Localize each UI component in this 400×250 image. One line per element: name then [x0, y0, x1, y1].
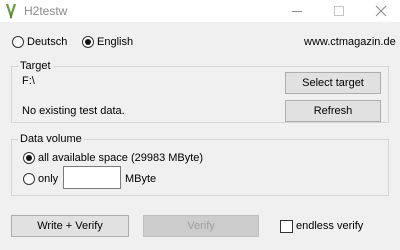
verify-button[interactable]: Verify	[143, 215, 259, 237]
maximize-icon	[334, 6, 344, 16]
maximize-button[interactable]	[322, 0, 356, 22]
title-bar: H2testw	[0, 0, 400, 22]
endless-verify-label: endless verify	[296, 220, 364, 232]
refresh-button[interactable]: Refresh	[285, 100, 381, 122]
target-path: F:\	[22, 75, 35, 87]
website-url: www.ctmagazin.de	[304, 36, 396, 48]
app-icon	[5, 3, 17, 19]
only-radio[interactable]	[23, 173, 35, 185]
language-label-english: English	[97, 36, 134, 48]
h2testw-window: H2testw Deutsch English www.ctmagazin.de…	[0, 0, 400, 250]
all-space-label: all available space (29983 MByte)	[38, 152, 204, 164]
endless-verify-checkbox[interactable]	[280, 220, 293, 233]
minimize-icon	[292, 11, 302, 12]
language-radio-english[interactable]	[82, 36, 94, 48]
only-label: only	[38, 173, 59, 185]
mbyte-unit-label: MByte	[125, 173, 157, 185]
close-button[interactable]	[364, 0, 398, 22]
language-label-deutsch: Deutsch	[27, 36, 68, 48]
target-status: No existing test data.	[22, 105, 125, 117]
target-group-title: Target	[18, 60, 53, 72]
close-icon	[375, 5, 387, 17]
select-target-button[interactable]: Select target	[285, 72, 381, 94]
minimize-button[interactable]	[280, 0, 314, 22]
write-verify-button[interactable]: Write + Verify	[11, 215, 129, 237]
mbyte-input[interactable]	[63, 166, 121, 189]
data-volume-group-title: Data volume	[18, 133, 84, 145]
all-space-radio[interactable]	[23, 152, 35, 164]
window-title: H2testw	[24, 4, 68, 18]
language-radio-deutsch[interactable]	[12, 36, 24, 48]
